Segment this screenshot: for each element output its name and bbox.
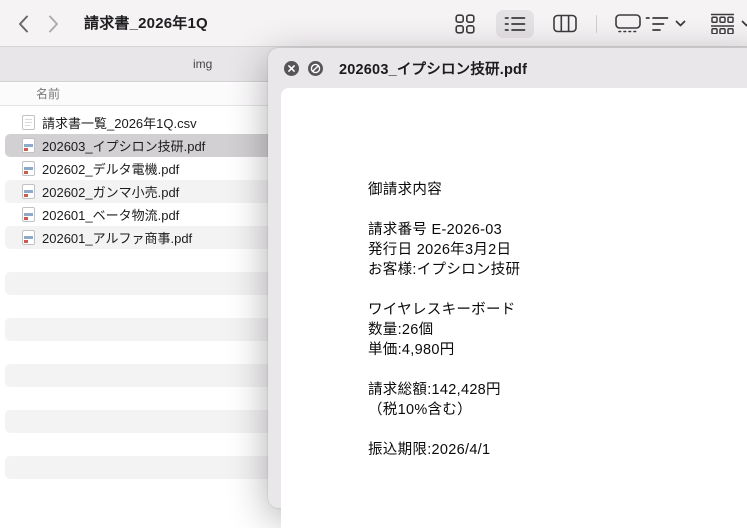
circle-slash-icon[interactable] [308,60,323,76]
window-title: 請求書_2026年1Q [84,15,208,32]
file-name: 202602_デルタ電機.pdf [42,162,180,177]
file-name: 202602_ガンマ小売.pdf [42,185,180,200]
chevron-right-icon [48,15,59,33]
column-view-icon [553,14,577,33]
pdf-file-icon [22,138,35,153]
quicklook-header: 202603_イプシロン技研.pdf [268,48,747,88]
forward-button[interactable] [42,13,64,35]
chevron-down-icon [675,20,686,27]
back-button[interactable] [12,13,34,35]
view-mode-buttons [446,0,647,47]
file-name: 請求書一覧_2026年1Q.csv [42,116,197,131]
display-options-button[interactable] [710,0,747,47]
finder-toolbar: 請求書_2026年1Q [0,0,747,47]
csv-file-icon [22,115,35,130]
list-view-icon [504,16,526,32]
pdf-file-icon [22,230,35,245]
icon-view-button[interactable] [446,10,484,38]
list-view-button[interactable] [496,9,534,38]
chevron-down-icon [741,20,747,27]
pdf-file-icon [22,161,35,176]
file-name: 202603_イプシロン技研.pdf [42,139,206,154]
group-list-icon [645,16,669,32]
gallery-view-icon [615,14,641,33]
icon-view-icon [455,13,475,34]
pdf-document-text: 御請求内容 請求番号 E-2026-03 発行日 2026年3月2日 お客様:イ… [368,182,521,458]
screen: { "toolbar": { "title": "請求書_2026年1Q", "… [0,0,747,528]
pdf-file-icon [22,184,35,199]
gallery-view-button[interactable] [609,10,647,38]
file-name: 202601_ベータ物流.pdf [42,208,180,223]
quicklook-panel: 202603_イプシロン技研.pdf 御請求内容 請求番号 E-2026-03 … [268,48,747,528]
toolbar-divider [596,14,597,33]
tab-img[interactable]: img [193,47,212,82]
name-column-header[interactable]: 名前 [36,83,60,106]
pdf-file-icon [22,207,35,222]
grid-rows-icon [710,13,735,34]
column-view-button[interactable] [546,10,584,38]
group-menu-button[interactable] [645,0,686,47]
file-name: 202601_アルファ商事.pdf [42,231,193,246]
preview-title: 202603_イプシロン技研.pdf [339,61,528,78]
circle-x-icon[interactable] [284,60,299,76]
chevron-left-icon [18,15,29,33]
pdf-preview-page: 御請求内容 請求番号 E-2026-03 発行日 2026年3月2日 お客様:イ… [281,88,747,528]
